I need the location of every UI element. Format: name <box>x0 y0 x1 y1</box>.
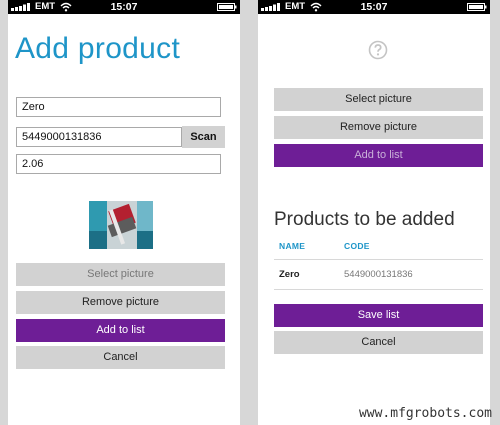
battery-icon <box>217 3 237 11</box>
product-row-name: Zero <box>279 269 300 280</box>
clock: 15:07 <box>360 1 388 13</box>
add-to-list-button[interactable]: Add to list <box>16 319 225 342</box>
product-code-field[interactable]: 5449000131836 <box>16 127 182 147</box>
cancel-button[interactable]: Cancel <box>274 331 483 354</box>
column-header-code: CODE <box>344 241 370 251</box>
watermark: www.mfgrobots.com <box>358 406 492 421</box>
status-bar: EMT 15:07 <box>258 0 490 14</box>
products-section-title: Products to be added <box>274 209 455 230</box>
product-name-field[interactable]: Zero <box>16 97 221 117</box>
table-divider <box>274 259 483 260</box>
product-photo <box>89 201 153 249</box>
remove-picture-button[interactable]: Remove picture <box>274 116 483 139</box>
remove-picture-button[interactable]: Remove picture <box>16 291 225 314</box>
question-circle-icon[interactable] <box>368 40 388 60</box>
select-picture-button[interactable]: Select picture <box>274 88 483 111</box>
cancel-button[interactable]: Cancel <box>16 346 225 369</box>
page-title: Add product <box>15 32 181 65</box>
save-list-button[interactable]: Save list <box>274 304 483 327</box>
add-to-list-button[interactable]: Add to list <box>274 144 483 167</box>
add-product-screen: EMT 15:07 Add product Zero 5449000131836… <box>8 0 240 425</box>
clock: 15:07 <box>110 1 138 13</box>
status-bar: EMT 15:07 <box>8 0 240 14</box>
scan-button[interactable]: Scan <box>182 126 225 148</box>
product-price-field[interactable]: 2.06 <box>16 154 221 174</box>
select-picture-button[interactable]: Select picture <box>16 263 225 286</box>
products-list-screen: EMT 15:07 Select picture Remove picture … <box>258 0 490 425</box>
battery-icon <box>467 3 487 11</box>
product-row-code: 5449000131836 <box>344 269 413 280</box>
table-divider <box>274 289 483 290</box>
column-header-name: NAME <box>279 241 306 251</box>
